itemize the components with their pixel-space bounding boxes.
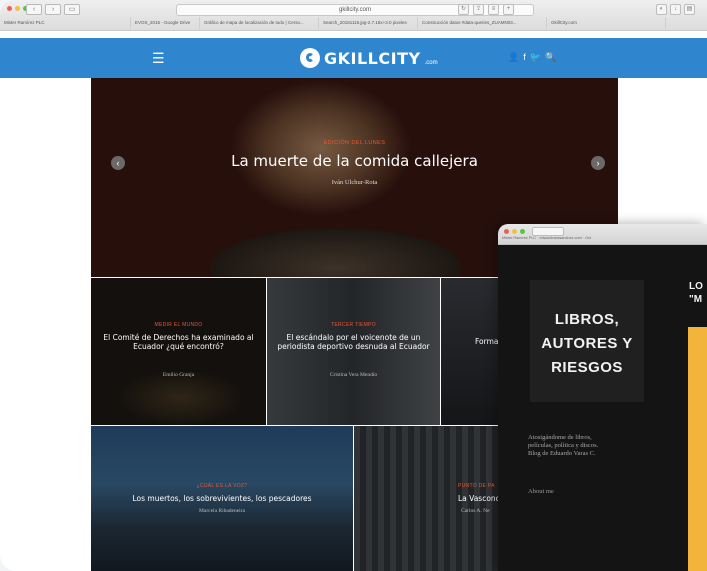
article-card[interactable]: PUNTO DE PA La Vasconc Carlos A. Ne [354, 426, 504, 571]
blog-description: Atosigándome de libros, películas, polít… [528, 434, 599, 457]
hero-title[interactable]: La muerte de la comida callejera [91, 152, 618, 170]
maximize-window-button[interactable] [520, 229, 525, 234]
window-controls [7, 6, 28, 11]
new-tab-icon[interactable]: + [503, 4, 514, 15]
menu-icon[interactable]: ☰ [152, 51, 165, 65]
hero-author: Iván Ulchur-Rota [331, 179, 378, 186]
logo-suffix: .com [424, 60, 438, 66]
tab-3[interactable]: Search_20181119.jpg-2.7.18x+3.0 pixeles [319, 17, 418, 29]
share-icon[interactable]: ⇪ [473, 4, 484, 15]
browser-chrome: Mister Ramírez PLC · edwardvarasanchez.c… [498, 224, 707, 245]
blog-title-line: RIESGOS [551, 359, 623, 376]
downloads-icon[interactable]: ↓ [670, 4, 681, 15]
tab-0[interactable]: Mister Ramírez PLC · edwardvarasanchez.c… [502, 236, 591, 240]
blog-title-line: AUTORES Y [541, 335, 633, 352]
tab-1[interactable]: EVOS_2015 - Google Drive [131, 17, 200, 29]
article-kicker: MEDIR EL MUNDO [154, 322, 203, 328]
article-author: Marcela Ribadeneira [199, 508, 245, 514]
about-me-link[interactable]: About me [528, 488, 554, 495]
extension-icon[interactable]: ◐ [656, 4, 667, 15]
reader-icon[interactable]: ≡ [488, 4, 499, 15]
facebook-icon[interactable]: f [523, 51, 526, 63]
back-button[interactable]: ‹ [26, 4, 42, 15]
article-author: Emilio Granja [162, 372, 195, 378]
user-icon[interactable]: 👤 [508, 51, 519, 63]
sidebar-toggle-button[interactable]: ▭ [64, 4, 80, 15]
tabs-overview-icon[interactable]: ▤ [684, 4, 695, 15]
close-window-button[interactable] [7, 6, 12, 11]
search-icon[interactable]: 🔍 [545, 51, 556, 63]
article-author: Cristina Vera Mendio [329, 372, 378, 378]
post-title[interactable]: LO "M [689, 280, 703, 306]
reload-icon[interactable]: ↻ [458, 4, 469, 15]
twitter-icon[interactable]: 🐦 [530, 51, 541, 63]
article-title[interactable]: El Comité de Derechos ha examinado al Ec… [99, 333, 258, 351]
blog-title-box[interactable]: LIBROS, AUTORES Y RIESGOS [530, 280, 644, 402]
article-title[interactable]: El escándalo por el voicenote de un peri… [275, 333, 432, 351]
tab-5[interactable]: GkillCity.com [547, 17, 666, 29]
article-card[interactable]: ¿CUÁL ES LA VOZ? Los muertos, los sobrev… [91, 426, 353, 571]
logo-mark-icon [300, 48, 320, 68]
tab-strip: Mister Ramírez PLC EVOS_2015 - Google Dr… [0, 17, 707, 30]
address-bar[interactable] [532, 227, 564, 236]
window-controls [504, 229, 525, 234]
forward-button[interactable]: › [45, 4, 61, 15]
site-header: ☰ GKILLCITY .com 👤 f 🐦 🔍 [0, 38, 707, 78]
browser-chrome: ‹ › ▭ gkillcity.com ↻ ⇪ ≡ + ◐ ↓ ▤ Mister… [0, 0, 707, 31]
site-logo[interactable]: GKILLCITY .com [300, 47, 438, 69]
tab-4[interactable]: Construcción datos #data-queries_ZUAMN03… [418, 17, 547, 29]
header-icons: 👤 f 🐦 🔍 [508, 51, 556, 63]
article-kicker: ¿CUÁL ES LA VOZ? [196, 483, 248, 489]
slider-prev-button[interactable]: ‹ [111, 156, 125, 170]
logo-text: GKILLCITY [324, 48, 421, 68]
article-card[interactable]: TERCER TIEMPO El escándalo por el voicen… [267, 278, 440, 425]
blog-title-line: LIBROS, [554, 311, 620, 328]
slider-next-button[interactable]: › [591, 156, 605, 170]
minimize-window-button[interactable] [512, 229, 517, 234]
article-kicker: TERCER TIEMPO [331, 322, 376, 328]
article-title[interactable]: Los muertos, los sobrevivientes, los pes… [99, 494, 345, 503]
tab-2[interactable]: Gráfico de mapa de localización de todo … [200, 17, 319, 29]
blog-browser-window: Mister Ramírez PLC · edwardvarasanchez.c… [498, 224, 707, 571]
article-card[interactable]: MEDIR EL MUNDO El Comité de Derechos ha … [91, 278, 266, 425]
post-featured-image[interactable] [688, 327, 707, 571]
close-window-button[interactable] [504, 229, 509, 234]
hero-kicker: EDICIÓN DEL LUNES [323, 140, 386, 146]
minimize-window-button[interactable] [15, 6, 20, 11]
tab-0[interactable]: Mister Ramírez PLC [0, 17, 131, 29]
